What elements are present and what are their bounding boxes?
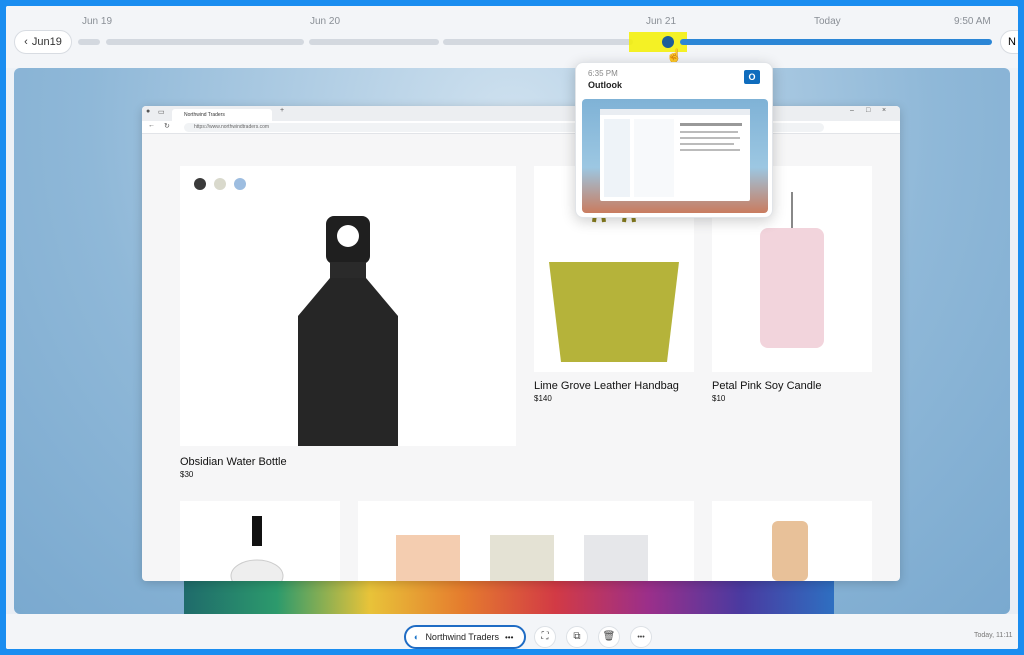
timeline-segment[interactable] [309,39,439,45]
product-price: $140 [534,394,552,403]
more-options-label: ••• [637,634,645,641]
date-label-jun21: Jun 21 [646,16,677,27]
bottom-action-bar: ◐ Northwind Traders ••• ⛶ ⧉ 🗑 ••• Today,… [6,614,1018,649]
product-card-brush[interactable] [712,501,872,581]
browser-window[interactable]: ● ▭ Northwind Traders + – □ × ← ↻ https:… [142,106,900,581]
product-price: $30 [180,470,194,479]
pill-more-icon[interactable]: ••• [505,633,513,642]
snapshot-thumbnail[interactable] [582,99,768,213]
snapshot-stage: ● ▭ Northwind Traders + – □ × ← ↻ https:… [14,68,1010,614]
back-date-label: Jun19 [31,36,62,48]
product-name[interactable]: Petal Pink Soy Candle [712,380,821,392]
new-tab-icon[interactable]: + [280,107,284,114]
time-label: 9:50 AM [954,16,991,27]
water-bottle-image [298,216,398,446]
recall-window: ‹ Jun19 Jun 19 Jun 20 Jun 21 Today 9:50 … [6,6,1018,649]
product-card-bottle[interactable] [180,166,516,446]
product-price: $10 [712,394,726,403]
browser-tab[interactable]: Northwind Traders [172,109,272,121]
date-label-jun19: Jun 19 [82,16,113,27]
clock-label: Today, 11:11 [974,632,1013,639]
timeline-segment[interactable] [106,39,304,45]
soap-image [584,535,648,581]
back-arrow-icon[interactable]: ← [148,122,155,129]
color-swatch-blue[interactable] [234,178,246,190]
product-card-soaps[interactable] [358,501,694,581]
minimize-icon[interactable]: – [850,107,854,114]
browser-address-bar: ← ↻ https://www.northwindtraders.com [142,121,900,134]
app-source-pill[interactable]: ◐ Northwind Traders ••• [404,625,526,649]
date-label-today: Today [814,16,841,27]
popup-app-name: Outlook [588,80,622,90]
next-date-label: N [1008,36,1016,48]
outlook-icon: O [744,70,760,84]
popup-time: 6:35 PM [588,69,618,78]
timeline-fill[interactable] [680,39,992,45]
soap-image [490,535,554,581]
color-swatch-black[interactable] [194,178,206,190]
brush-image [772,521,808,581]
browser-tab-bar: ● ▭ Northwind Traders + – □ × [142,106,900,121]
timeline-segment[interactable] [443,39,633,45]
delete-icon[interactable]: 🗑 [598,626,620,648]
timeline-slider-handle[interactable] [662,36,674,48]
app-source-label: Northwind Traders [425,632,499,642]
color-swatch-cream[interactable] [214,178,226,190]
chevron-left-icon: ‹ [24,36,28,48]
soap-image [396,535,460,581]
back-date-button[interactable]: ‹ Jun19 [14,30,72,54]
more-options-button[interactable]: ••• [630,626,652,648]
close-icon[interactable]: × [882,107,886,114]
edge-icon: ◐ [414,632,420,642]
url-text: https://www.northwindtraders.com [194,124,270,130]
timeline-bar: ‹ Jun19 Jun 19 Jun 20 Jun 21 Today 9:50 … [6,6,1018,68]
product-name[interactable]: Lime Grove Leather Handbag [534,380,679,392]
tab-actions-icon[interactable]: ▭ [158,108,165,116]
next-date-button[interactable]: N [1000,30,1018,54]
browser-tab-title: Northwind Traders [184,112,225,118]
outlook-window-thumbnail [600,109,750,201]
copy-icon[interactable]: ⧉ [566,626,588,648]
product-name[interactable]: Obsidian Water Bottle [180,456,287,468]
date-label-jun20: Jun 20 [310,16,341,27]
product-card-lotion[interactable] [180,501,340,581]
lotion-image [230,516,284,581]
maximize-icon[interactable]: □ [866,107,870,114]
snapshot-preview-popup[interactable]: 6:35 PM Outlook O [575,62,773,218]
timeline-segment[interactable] [78,39,100,45]
click-to-do-icon[interactable]: ⛶ [534,626,556,648]
profile-icon[interactable]: ● [146,108,150,115]
refresh-icon[interactable]: ↻ [164,122,170,130]
